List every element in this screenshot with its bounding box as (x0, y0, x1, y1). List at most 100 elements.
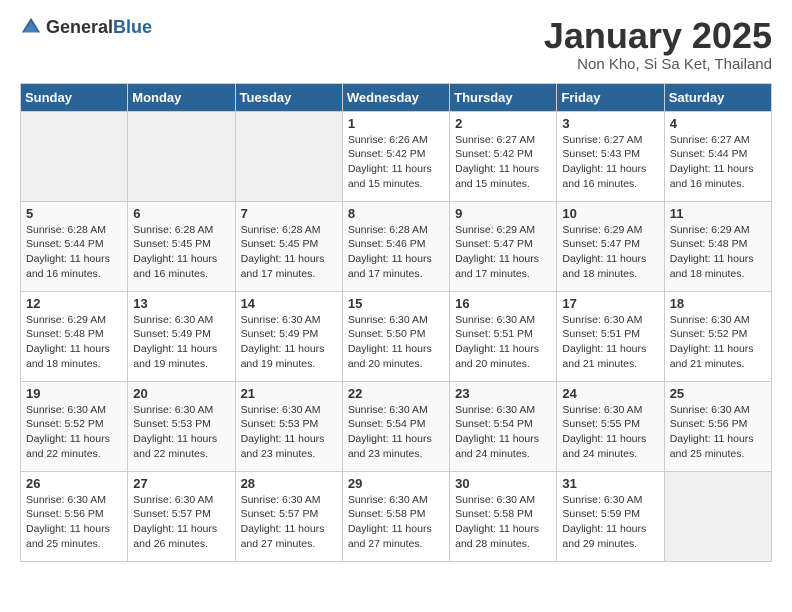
header-sunday: Sunday (21, 83, 128, 111)
day-number: 4 (670, 116, 766, 131)
day-info: Sunrise: 6:30 AM Sunset: 5:56 PM Dayligh… (670, 403, 766, 462)
day-cell: 2 Sunrise: 6:27 AM Sunset: 5:42 PM Daylig… (450, 111, 557, 201)
calendar-subtitle: Non Kho, Si Sa Ket, Thailand (544, 56, 772, 73)
day-info: Sunrise: 6:30 AM Sunset: 5:55 PM Dayligh… (562, 403, 658, 462)
day-cell: 4Sunrise: 6:27 AM Sunset: 5:44 PM Daylig… (664, 111, 771, 201)
week-row-4: 19 Sunrise: 6:30 AM Sunset: 5:52 PM Dayli… (21, 381, 772, 471)
day-cell: 20Sunrise: 6:30 AM Sunset: 5:53 PM Dayli… (128, 381, 235, 471)
header-monday: Monday (128, 83, 235, 111)
day-number: 26 (26, 476, 122, 491)
week-row-5: 26 Sunrise: 6:30 AM Sunset: 5:56 PM Dayli… (21, 471, 772, 561)
day-info: Sunrise: 6:30 AM Sunset: 5:59 PM Dayligh… (562, 493, 658, 552)
header: GeneralBlue January 2025 Non Kho, Si Sa … (20, 16, 772, 73)
day-cell: 29Sunrise: 6:30 AM Sunset: 5:58 PM Dayli… (342, 471, 449, 561)
day-cell: 15 Sunrise: 6:30 AM Sunset: 5:50 PM Dayli… (342, 291, 449, 381)
day-number: 5 (26, 206, 122, 221)
day-number: 13 (133, 296, 229, 311)
day-cell: 10Sunrise: 6:29 AM Sunset: 5:47 PM Dayli… (557, 201, 664, 291)
day-number: 18 (670, 296, 766, 311)
day-cell: 22 Sunrise: 6:30 AM Sunset: 5:54 PM Dayli… (342, 381, 449, 471)
logo-general: General (46, 17, 113, 37)
day-info: Sunrise: 6:30 AM Sunset: 5:58 PM Dayligh… (348, 493, 444, 552)
day-info: Sunrise: 6:28 AM Sunset: 5:44 PM Dayligh… (26, 223, 122, 282)
day-cell (664, 471, 771, 561)
day-number: 21 (241, 386, 337, 401)
day-info: Sunrise: 6:28 AM Sunset: 5:45 PM Dayligh… (133, 223, 229, 282)
day-cell: 3 Sunrise: 6:27 AM Sunset: 5:43 PM Daylig… (557, 111, 664, 201)
day-info: Sunrise: 6:30 AM Sunset: 5:56 PM Dayligh… (26, 493, 122, 552)
day-number: 25 (670, 386, 766, 401)
day-number: 28 (241, 476, 337, 491)
day-info: Sunrise: 6:30 AM Sunset: 5:54 PM Dayligh… (455, 403, 551, 462)
day-number: 22 (348, 386, 444, 401)
day-cell: 30 Sunrise: 6:30 AM Sunset: 5:58 PM Dayli… (450, 471, 557, 561)
day-info: Sunrise: 6:29 AM Sunset: 5:47 PM Dayligh… (562, 223, 658, 282)
day-cell: 5 Sunrise: 6:28 AM Sunset: 5:44 PM Daylig… (21, 201, 128, 291)
day-number: 7 (241, 206, 337, 221)
day-cell: 18 Sunrise: 6:30 AM Sunset: 5:52 PM Dayli… (664, 291, 771, 381)
day-cell: 28 Sunrise: 6:30 AM Sunset: 5:57 PM Dayli… (235, 471, 342, 561)
day-info: Sunrise: 6:30 AM Sunset: 5:49 PM Dayligh… (133, 313, 229, 372)
day-cell: 23 Sunrise: 6:30 AM Sunset: 5:54 PM Dayli… (450, 381, 557, 471)
week-row-2: 5 Sunrise: 6:28 AM Sunset: 5:44 PM Daylig… (21, 201, 772, 291)
header-wednesday: Wednesday (342, 83, 449, 111)
week-row-3: 12 Sunrise: 6:29 AM Sunset: 5:48 PM Dayli… (21, 291, 772, 381)
day-info: Sunrise: 6:30 AM Sunset: 5:53 PM Dayligh… (133, 403, 229, 462)
day-cell (235, 111, 342, 201)
day-info: Sunrise: 6:30 AM Sunset: 5:51 PM Dayligh… (562, 313, 658, 372)
day-cell: 12 Sunrise: 6:29 AM Sunset: 5:48 PM Dayli… (21, 291, 128, 381)
day-info: Sunrise: 6:28 AM Sunset: 5:46 PM Dayligh… (348, 223, 444, 282)
day-info: Sunrise: 6:27 AM Sunset: 5:42 PM Dayligh… (455, 133, 551, 192)
day-info: Sunrise: 6:29 AM Sunset: 5:47 PM Dayligh… (455, 223, 551, 282)
title-area: January 2025 Non Kho, Si Sa Ket, Thailan… (544, 16, 772, 73)
day-number: 2 (455, 116, 551, 131)
day-cell: 25 Sunrise: 6:30 AM Sunset: 5:56 PM Dayli… (664, 381, 771, 471)
calendar-title: January 2025 (544, 16, 772, 56)
day-cell: 13 Sunrise: 6:30 AM Sunset: 5:49 PM Dayli… (128, 291, 235, 381)
day-info: Sunrise: 6:30 AM Sunset: 5:57 PM Dayligh… (133, 493, 229, 552)
header-friday: Friday (557, 83, 664, 111)
day-cell: 11Sunrise: 6:29 AM Sunset: 5:48 PM Dayli… (664, 201, 771, 291)
day-info: Sunrise: 6:30 AM Sunset: 5:52 PM Dayligh… (26, 403, 122, 462)
day-cell: 9 Sunrise: 6:29 AM Sunset: 5:47 PM Daylig… (450, 201, 557, 291)
day-info: Sunrise: 6:26 AM Sunset: 5:42 PM Dayligh… (348, 133, 444, 192)
calendar-table: SundayMondayTuesdayWednesdayThursdayFrid… (20, 83, 772, 562)
day-cell (128, 111, 235, 201)
day-cell: 8Sunrise: 6:28 AM Sunset: 5:46 PM Daylig… (342, 201, 449, 291)
header-tuesday: Tuesday (235, 83, 342, 111)
day-info: Sunrise: 6:30 AM Sunset: 5:54 PM Dayligh… (348, 403, 444, 462)
header-thursday: Thursday (450, 83, 557, 111)
day-info: Sunrise: 6:28 AM Sunset: 5:45 PM Dayligh… (241, 223, 337, 282)
day-cell: 7 Sunrise: 6:28 AM Sunset: 5:45 PM Daylig… (235, 201, 342, 291)
day-info: Sunrise: 6:29 AM Sunset: 5:48 PM Dayligh… (26, 313, 122, 372)
day-number: 19 (26, 386, 122, 401)
day-info: Sunrise: 6:30 AM Sunset: 5:57 PM Dayligh… (241, 493, 337, 552)
day-cell: 21 Sunrise: 6:30 AM Sunset: 5:53 PM Dayli… (235, 381, 342, 471)
day-info: Sunrise: 6:30 AM Sunset: 5:52 PM Dayligh… (670, 313, 766, 372)
day-cell: 14Sunrise: 6:30 AM Sunset: 5:49 PM Dayli… (235, 291, 342, 381)
day-number: 23 (455, 386, 551, 401)
week-row-1: 1Sunrise: 6:26 AM Sunset: 5:42 PM Daylig… (21, 111, 772, 201)
day-cell: 26 Sunrise: 6:30 AM Sunset: 5:56 PM Dayli… (21, 471, 128, 561)
header-saturday: Saturday (664, 83, 771, 111)
day-cell: 16 Sunrise: 6:30 AM Sunset: 5:51 PM Dayli… (450, 291, 557, 381)
day-number: 3 (562, 116, 658, 131)
day-number: 9 (455, 206, 551, 221)
day-number: 27 (133, 476, 229, 491)
day-cell (21, 111, 128, 201)
day-number: 31 (562, 476, 658, 491)
day-info: Sunrise: 6:30 AM Sunset: 5:51 PM Dayligh… (455, 313, 551, 372)
day-cell: 1Sunrise: 6:26 AM Sunset: 5:42 PM Daylig… (342, 111, 449, 201)
day-number: 15 (348, 296, 444, 311)
day-info: Sunrise: 6:29 AM Sunset: 5:48 PM Dayligh… (670, 223, 766, 282)
day-info: Sunrise: 6:30 AM Sunset: 5:58 PM Dayligh… (455, 493, 551, 552)
day-number: 14 (241, 296, 337, 311)
day-info: Sunrise: 6:30 AM Sunset: 5:53 PM Dayligh… (241, 403, 337, 462)
day-number: 24 (562, 386, 658, 401)
day-number: 16 (455, 296, 551, 311)
day-number: 30 (455, 476, 551, 491)
day-info: Sunrise: 6:30 AM Sunset: 5:50 PM Dayligh… (348, 313, 444, 372)
day-number: 12 (26, 296, 122, 311)
day-info: Sunrise: 6:27 AM Sunset: 5:43 PM Dayligh… (562, 133, 658, 192)
day-cell: 24 Sunrise: 6:30 AM Sunset: 5:55 PM Dayli… (557, 381, 664, 471)
